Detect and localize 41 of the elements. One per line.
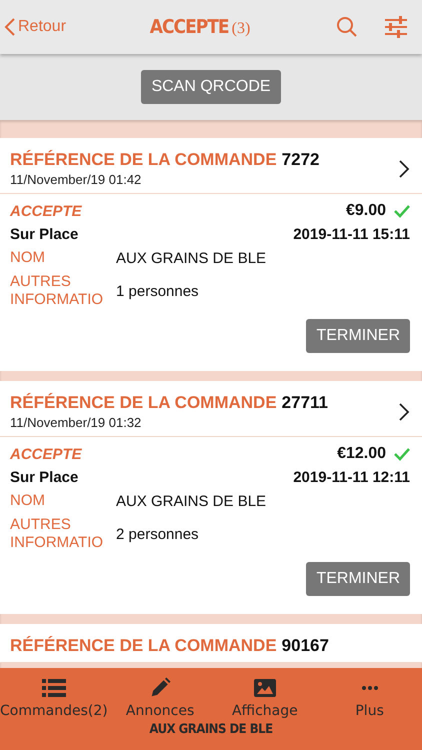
- order-mode: Sur Place: [10, 226, 78, 243]
- nav-tab[interactable]: Annonces: [108, 676, 212, 719]
- order-date: 11/November/19 01:32: [10, 415, 142, 430]
- order-number: 7272: [282, 150, 320, 170]
- order-reference-label: RÉFÉRENCE DE LA COMMANDE: [10, 636, 277, 656]
- more-icon: [360, 686, 379, 690]
- order-datetime: 2019-11-11 12:11: [293, 469, 410, 486]
- chevron-right-icon[interactable]: [398, 158, 410, 178]
- back-link[interactable]: Retour: [4, 17, 66, 37]
- finish-button[interactable]: TERMINER: [306, 319, 410, 353]
- order-reference-label: RÉFÉRENCE DE LA COMMANDE: [10, 393, 277, 413]
- field-label: NOM: [10, 249, 46, 267]
- nav-tab[interactable]: Commandes(2): [0, 676, 108, 719]
- field-label: AUTRES INFORMATIO: [10, 273, 104, 309]
- order-status: ACCEPTE: [10, 202, 82, 220]
- order-status: ACCEPTE: [10, 446, 82, 462]
- field-value: AUX GRAINS DE BLE: [116, 492, 266, 510]
- order-mode: Sur Place: [10, 469, 78, 486]
- nav-tab[interactable]: Affichage: [212, 676, 318, 719]
- order-number: 90167: [282, 636, 329, 656]
- scan-qrcode-button[interactable]: SCAN QRCODE: [141, 70, 281, 104]
- order-datetime: 2019-11-11 15:11: [293, 226, 410, 243]
- field-value: AUX GRAINS DE BLE: [116, 250, 266, 266]
- list-icon: [42, 678, 66, 698]
- field-label: AUTRES INFORMATIO: [10, 516, 104, 552]
- finish-button[interactable]: TERMINER: [306, 562, 410, 596]
- order-price: €9.00: [346, 202, 386, 220]
- image-icon: [252, 678, 277, 698]
- restaurant-name: AUX GRAINS DE BLE: [149, 722, 273, 737]
- chevron-right-icon[interactable]: [398, 402, 410, 422]
- field-value: 1 personnes: [116, 282, 199, 300]
- order-reference-label: RÉFÉRENCE DE LA COMMANDE: [10, 150, 277, 170]
- field-value: 2 personnes: [116, 526, 199, 542]
- order-number: 27711: [282, 393, 328, 413]
- back-chevron-icon: [4, 17, 16, 37]
- order-date: 11/November/19 01:42: [10, 172, 142, 187]
- screen-title: ACCEPTE: [150, 16, 229, 38]
- title-count: (3): [232, 20, 250, 38]
- nav-tab[interactable]: Plus: [317, 676, 422, 719]
- field-label: NOM: [10, 492, 46, 510]
- order-price: €12.00: [337, 445, 386, 463]
